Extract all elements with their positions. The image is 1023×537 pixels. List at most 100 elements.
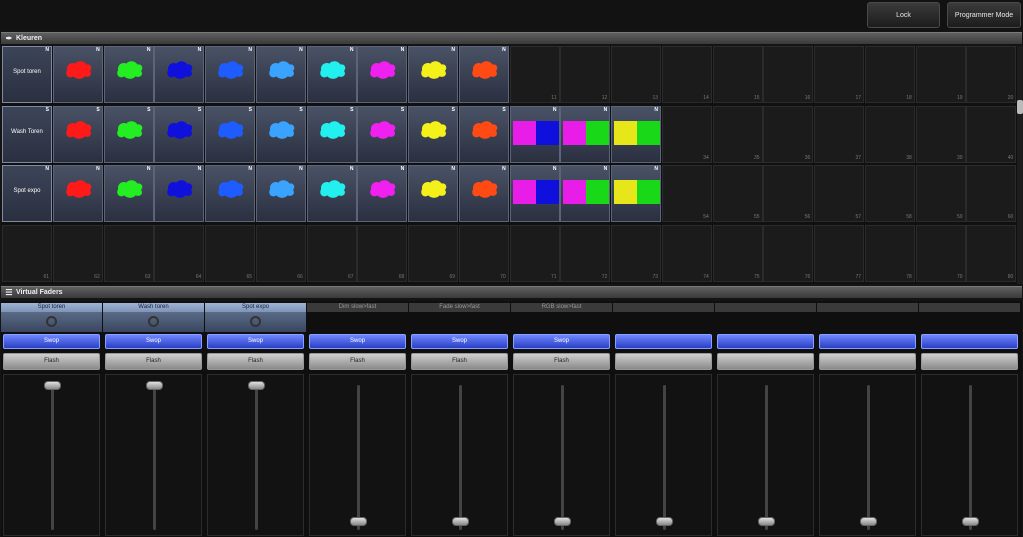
empty-cell[interactable]: 80	[966, 224, 1017, 282]
color-preset-button[interactable]: N	[509, 105, 560, 163]
empty-cell[interactable]: 19	[915, 46, 966, 103]
empty-cell[interactable]: 40	[966, 105, 1017, 163]
fader-handle[interactable]	[44, 381, 61, 390]
color-preset-button[interactable]: N	[306, 46, 357, 103]
color-preset-button[interactable]: N	[255, 165, 306, 222]
flash-button[interactable]: Flash	[105, 353, 202, 370]
color-preset-button[interactable]: S	[458, 105, 509, 163]
empty-cell[interactable]: 36	[763, 105, 814, 163]
empty-cell[interactable]: 70	[458, 224, 509, 282]
swop-button[interactable]	[921, 334, 1018, 349]
fader-track[interactable]	[411, 374, 508, 536]
empty-cell[interactable]: 62	[52, 224, 103, 282]
fader-handle[interactable]	[350, 517, 367, 526]
empty-cell[interactable]: 11	[509, 46, 560, 103]
empty-cell[interactable]: 77	[814, 224, 864, 282]
color-preset-button[interactable]: S	[52, 105, 103, 163]
fader-track[interactable]	[105, 374, 202, 536]
flash-button[interactable]	[921, 353, 1018, 370]
empty-cell[interactable]: 13	[611, 46, 661, 103]
flash-button[interactable]: Flash	[207, 353, 304, 370]
fader-track[interactable]	[309, 374, 406, 536]
swop-button[interactable]	[819, 334, 916, 349]
flash-button[interactable]	[615, 353, 712, 370]
fader-name-label[interactable]: Fade slow>fast	[409, 303, 510, 312]
color-preset-button[interactable]: N	[408, 165, 458, 222]
empty-cell[interactable]: 64	[154, 224, 205, 282]
empty-cell[interactable]: 78	[864, 224, 915, 282]
color-preset-button[interactable]: N	[103, 46, 154, 103]
empty-cell[interactable]: 55	[712, 165, 763, 222]
color-preset-button[interactable]: S	[255, 105, 306, 163]
fader-name-label[interactable]	[613, 303, 714, 312]
fader-handle[interactable]	[860, 517, 877, 526]
fader-handle[interactable]	[452, 517, 469, 526]
fader-handle[interactable]	[248, 381, 265, 390]
color-preset-button[interactable]: N	[458, 165, 509, 222]
swop-button[interactable]: Swop	[207, 334, 304, 349]
empty-cell[interactable]: 76	[763, 224, 814, 282]
row-label-button[interactable]: Spot expo N	[2, 165, 52, 222]
empty-cell[interactable]: 34	[661, 105, 712, 163]
fader-track[interactable]	[207, 374, 304, 536]
fader-name-label[interactable]: RGB slow>fast	[511, 303, 612, 312]
empty-cell[interactable]: 37	[814, 105, 864, 163]
flash-button[interactable]	[717, 353, 814, 370]
color-preset-button[interactable]: N	[52, 46, 103, 103]
empty-cell[interactable]: 17	[814, 46, 864, 103]
color-preset-button[interactable]: S	[357, 105, 408, 163]
swop-button[interactable]: Swop	[513, 334, 610, 349]
flash-button[interactable]: Flash	[3, 353, 100, 370]
swop-button[interactable]: Swop	[105, 334, 202, 349]
empty-cell[interactable]: 61	[2, 224, 52, 282]
color-preset-button[interactable]: N	[408, 46, 458, 103]
swop-button[interactable]: Swop	[309, 334, 406, 349]
fader-name-label[interactable]: Spot toren	[1, 303, 102, 312]
empty-cell[interactable]: 73	[611, 224, 661, 282]
fader-track[interactable]	[615, 374, 712, 536]
flash-button[interactable]: Flash	[309, 353, 406, 370]
empty-cell[interactable]: 72	[560, 224, 611, 282]
fader-handle[interactable]	[758, 517, 775, 526]
programmer-mode-button[interactable]: Programmer Mode	[947, 2, 1021, 28]
empty-cell[interactable]: 16	[763, 46, 814, 103]
palette-scrollbar-thumb[interactable]	[1017, 100, 1023, 114]
empty-cell[interactable]: 69	[408, 224, 458, 282]
lock-button[interactable]: Lock	[867, 2, 940, 28]
empty-cell[interactable]: 56	[763, 165, 814, 222]
color-preset-button[interactable]: N	[357, 46, 408, 103]
color-preset-button[interactable]: S	[154, 105, 205, 163]
row-label-button[interactable]: Wash Toren S	[2, 105, 52, 163]
empty-cell[interactable]: 60	[966, 165, 1017, 222]
fader-track[interactable]	[3, 374, 100, 536]
empty-cell[interactable]: 79	[915, 224, 966, 282]
color-preset-button[interactable]: N	[154, 46, 205, 103]
empty-cell[interactable]: 59	[915, 165, 966, 222]
fader-track[interactable]	[819, 374, 916, 536]
empty-cell[interactable]: 75	[712, 224, 763, 282]
fader-handle[interactable]	[554, 517, 571, 526]
empty-cell[interactable]: 65	[205, 224, 255, 282]
flash-button[interactable]: Flash	[411, 353, 508, 370]
empty-cell[interactable]: 20	[966, 46, 1017, 103]
color-preset-button[interactable]: S	[306, 105, 357, 163]
color-preset-button[interactable]: N	[357, 165, 408, 222]
empty-cell[interactable]: 66	[255, 224, 306, 282]
color-preset-button[interactable]: N	[560, 105, 611, 163]
fader-name-label[interactable]	[919, 303, 1020, 312]
swop-button[interactable]: Swop	[411, 334, 508, 349]
empty-cell[interactable]: 74	[661, 224, 712, 282]
color-preset-button[interactable]: N	[611, 165, 661, 222]
fader-track[interactable]	[513, 374, 610, 536]
color-preset-button[interactable]: N	[52, 165, 103, 222]
empty-cell[interactable]: 35	[712, 105, 763, 163]
fader-name-label[interactable]: Dim slow>fast	[307, 303, 408, 312]
fader-name-label[interactable]: Wash toren	[103, 303, 204, 312]
color-preset-button[interactable]: N	[255, 46, 306, 103]
palette-scrollbar[interactable]	[1017, 46, 1023, 284]
row-label-button[interactable]: Spot toren N	[2, 46, 52, 103]
fader-name-label[interactable]: Spot expo	[205, 303, 306, 312]
swop-button[interactable]: Swop	[3, 334, 100, 349]
fader-track[interactable]	[717, 374, 814, 536]
empty-cell[interactable]: 57	[814, 165, 864, 222]
